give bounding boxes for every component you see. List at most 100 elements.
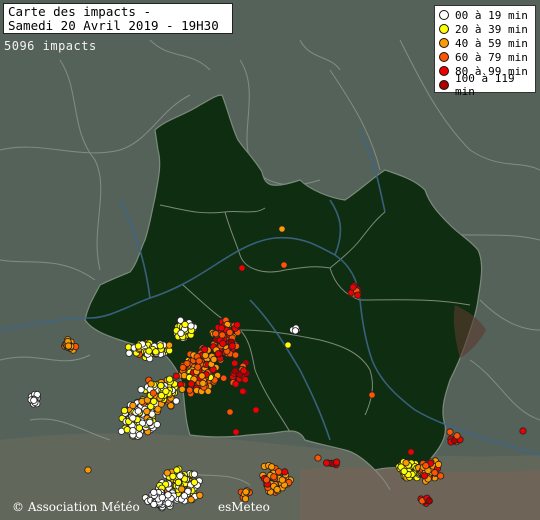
impact-dot (278, 476, 286, 484)
impact-dot (349, 283, 357, 291)
impact-dot (425, 497, 433, 505)
impact-dot (212, 330, 220, 338)
impact-dot (149, 389, 157, 397)
impact-dot (164, 499, 172, 507)
impact-dot (178, 485, 186, 493)
impact-dot (434, 460, 443, 468)
impact-dot (201, 345, 209, 353)
impact-dot (241, 376, 249, 384)
impact-dot (226, 408, 234, 416)
impact-dot (446, 428, 454, 436)
impact-dot (199, 379, 207, 387)
impact-dot (163, 469, 171, 477)
impact-dot (453, 432, 461, 440)
legend-label: 60 à 79 min (455, 50, 528, 64)
impact-dot (178, 385, 186, 393)
impact-dot (156, 342, 164, 350)
impact-dot (196, 491, 204, 499)
impact-dot (233, 321, 241, 329)
impact-dot (278, 225, 286, 233)
impact-dot (232, 428, 240, 436)
impact-dot (195, 357, 203, 365)
legend-item: 00 à 19 min (439, 8, 535, 22)
impact-dot (186, 386, 194, 394)
impact-dot (129, 414, 137, 422)
impact-dot (137, 386, 145, 394)
impact-dot (187, 380, 195, 388)
impact-dot (150, 488, 158, 496)
impact-dot (239, 387, 247, 395)
impact-dot (273, 485, 281, 494)
legend-item: 20 à 39 min (439, 22, 535, 36)
impact-dot (431, 469, 439, 477)
impact-dot (177, 329, 185, 337)
map-title-line2: Samedi 20 Avril 2019 - 19H30 (8, 18, 219, 33)
impact-dot (173, 466, 181, 474)
impact-dot (165, 341, 173, 349)
impact-dot (129, 426, 137, 435)
impact-dot (275, 468, 283, 476)
impact-dot (238, 264, 246, 272)
impact-dot (84, 466, 92, 474)
impact-dot (268, 463, 276, 471)
credit-left: © Association Météo (12, 500, 140, 514)
impact-dot (322, 459, 331, 467)
impact-dot (333, 458, 341, 466)
impact-dot (135, 424, 143, 432)
credit-right: esMeteo (218, 500, 270, 514)
impact-dot (158, 493, 166, 502)
impact-dot (232, 380, 240, 388)
impact-dot (232, 351, 240, 359)
legend-item: 40 à 59 min (439, 36, 535, 50)
impact-dot (145, 347, 153, 355)
impact-dot (400, 467, 408, 475)
lightning-map: Carte des impacts - Samedi 20 Avril 2019… (0, 0, 540, 520)
impact-dot (231, 359, 239, 367)
impact-dot (190, 478, 198, 486)
legend-dot-icon (439, 10, 449, 20)
impact-dot (172, 372, 180, 380)
impact-dot (125, 349, 133, 357)
impact-dot (147, 380, 155, 388)
impact-dot (291, 327, 299, 335)
impact-dot (194, 363, 202, 371)
impact-dot (436, 472, 445, 480)
impact-dot (270, 473, 278, 481)
legend-label: 00 à 19 min (455, 8, 528, 22)
impact-dot (242, 488, 250, 496)
impact-dot (354, 291, 362, 299)
legend-label: 40 à 59 min (455, 36, 528, 50)
impact-dot (228, 342, 236, 350)
impact-dot (252, 406, 260, 414)
legend-label: 20 à 39 min (455, 22, 528, 36)
impact-dot (281, 468, 289, 476)
impact-dot (226, 328, 234, 336)
impact-dot (135, 431, 144, 439)
impact-dot (262, 476, 271, 484)
map-title-line1: Carte des impacts - (8, 4, 151, 19)
impact-dot (134, 407, 142, 415)
impact-dot (217, 324, 225, 332)
impact-dot (420, 472, 429, 480)
impact-dot (210, 355, 218, 363)
impact-dot (176, 472, 184, 480)
impact-dot (519, 427, 527, 435)
impact-dot (179, 363, 187, 372)
legend-dot-icon (439, 80, 449, 90)
impact-dot (240, 367, 248, 375)
impact-dot (172, 397, 180, 405)
legend-dot-icon (439, 66, 449, 76)
impact-dot (284, 341, 292, 349)
impact-dot (280, 261, 288, 269)
impact-dot (146, 418, 154, 426)
impact-dot (157, 381, 165, 390)
impact-dot (187, 496, 195, 504)
legend-dot-icon (439, 38, 449, 48)
legend: 00 à 19 min 20 à 39 min 40 à 59 min 60 à… (434, 5, 536, 98)
legend-label: 100 à 119 min (455, 72, 515, 98)
impact-dot (219, 339, 227, 347)
impact-dot (180, 492, 188, 500)
impact-dot (198, 372, 206, 380)
impact-dot (153, 420, 161, 429)
impact-dot (167, 402, 175, 410)
